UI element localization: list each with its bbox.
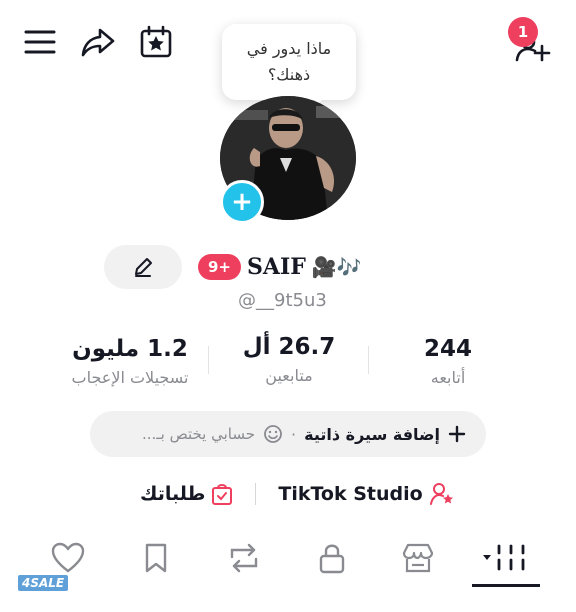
heart-icon bbox=[50, 542, 86, 574]
calendar-star-icon[interactable] bbox=[138, 24, 174, 60]
person-star-icon bbox=[429, 482, 455, 506]
shop-icon bbox=[400, 541, 436, 575]
bio-status-text: حسابي يختص بـ... bbox=[141, 425, 256, 443]
stat-followers[interactable]: 26.7 أل متابعين bbox=[224, 334, 354, 385]
bio-separator: · bbox=[291, 424, 297, 444]
tab-liked[interactable] bbox=[48, 540, 88, 576]
bag-check-icon bbox=[211, 482, 233, 506]
stat-likes[interactable]: 1.2 مليون تسجيلات الإعجاب bbox=[50, 336, 210, 387]
level-badge: 9+ bbox=[198, 254, 242, 280]
menu-icon[interactable] bbox=[22, 24, 58, 60]
stat-following[interactable]: 244 أتابعه bbox=[396, 336, 500, 387]
tab-saved[interactable] bbox=[136, 540, 176, 576]
studio-link[interactable]: TikTok Studio bbox=[278, 483, 422, 505]
name-emoji: 🎥🎶 bbox=[311, 255, 362, 279]
plus-icon bbox=[448, 425, 466, 443]
name-row: 9+ SAIF 🎥🎶 bbox=[198, 250, 362, 284]
watermark-logo: 4SALE bbox=[18, 575, 69, 591]
tab-private[interactable] bbox=[312, 540, 352, 576]
orders-link[interactable]: طلباتك bbox=[140, 483, 205, 505]
edit-profile-button[interactable] bbox=[104, 245, 182, 289]
add-bio-button[interactable]: حسابي يختص بـ... · إضافة سيرة ذاتية bbox=[90, 411, 486, 457]
stat-following-label: أتابعه bbox=[430, 368, 466, 387]
notification-badge: 1 bbox=[508, 17, 538, 47]
stat-likes-label: تسجيلات الإعجاب bbox=[71, 368, 189, 387]
smile-icon bbox=[263, 424, 283, 444]
stat-likes-value: 1.2 مليون bbox=[72, 336, 188, 362]
status-bubble[interactable]: ماذا يدور في ذهنك؟ bbox=[222, 24, 356, 108]
stat-followers-value: 26.7 أل bbox=[242, 334, 336, 360]
links-row: طلباتك TikTok Studio bbox=[140, 480, 455, 508]
repost-icon bbox=[226, 541, 262, 575]
stat-followers-label: متابعين bbox=[265, 366, 313, 385]
bookmark-icon bbox=[142, 542, 170, 574]
add-avatar-button[interactable]: + bbox=[220, 180, 264, 224]
active-tab-indicator bbox=[472, 584, 540, 587]
lock-icon bbox=[317, 541, 347, 575]
divider bbox=[255, 483, 257, 505]
display-name: SAIF bbox=[247, 254, 306, 280]
stat-divider bbox=[208, 346, 209, 374]
stat-following-value: 244 bbox=[423, 336, 472, 362]
pencil-icon bbox=[132, 256, 154, 278]
tab-videos[interactable] bbox=[478, 540, 534, 576]
stat-divider bbox=[368, 346, 369, 374]
username: @__9t5u3 bbox=[238, 290, 327, 311]
add-bio-label: إضافة سيرة ذاتية bbox=[304, 424, 440, 444]
tab-reposts[interactable] bbox=[224, 540, 264, 576]
tab-shop[interactable] bbox=[398, 540, 438, 576]
status-bubble-text: ماذا يدور في ذهنك؟ bbox=[246, 39, 332, 84]
grid-icon bbox=[481, 541, 531, 575]
plus-icon: + bbox=[231, 187, 253, 217]
share-icon[interactable] bbox=[80, 24, 116, 60]
